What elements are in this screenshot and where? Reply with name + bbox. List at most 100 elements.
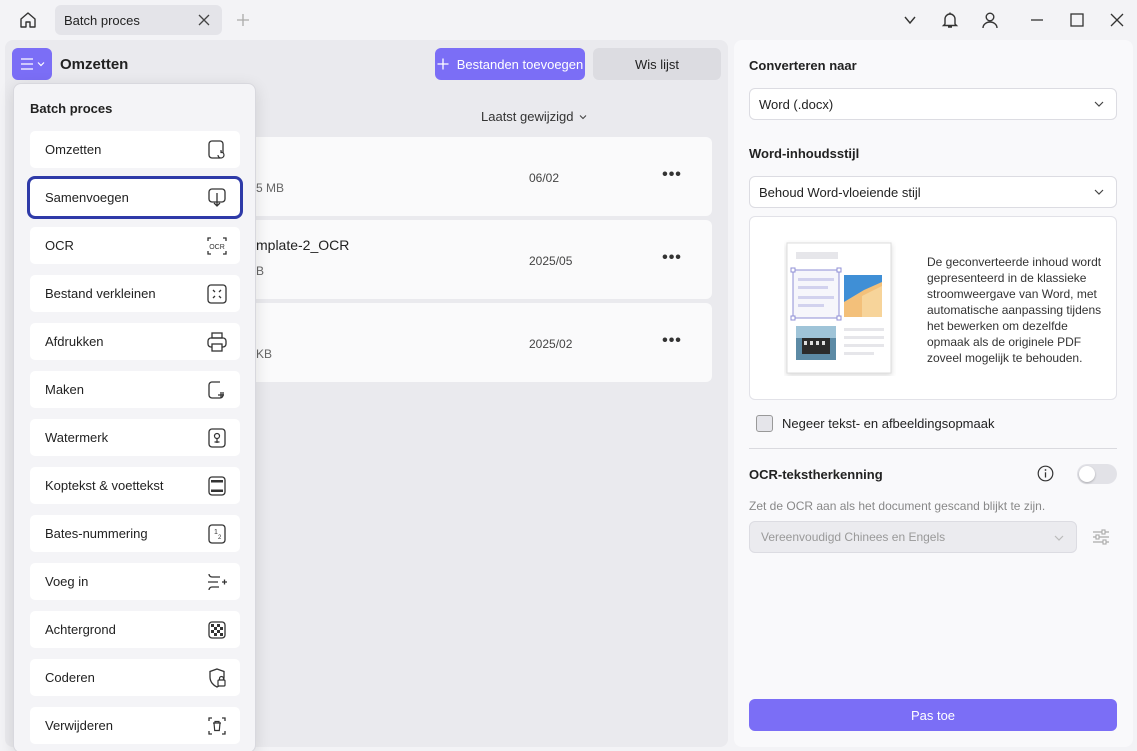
create-icon <box>208 381 224 399</box>
menu-item-koptekst-voettekst[interactable]: Koptekst & voettekst <box>30 467 240 504</box>
clear-list-button[interactable]: Wis lijst <box>593 48 721 80</box>
batch-menu-toggle[interactable] <box>12 48 52 80</box>
minimize-icon <box>1031 19 1043 21</box>
chevron-down-icon <box>37 62 44 67</box>
file-name: mplate-2_OCR <box>256 237 350 253</box>
menu-item-verwijderen[interactable]: Verwijderen <box>30 707 240 744</box>
ocr-title: OCR-tekstherkenning <box>749 467 883 482</box>
menu-item-maken[interactable]: Maken <box>30 371 240 408</box>
user-icon <box>982 12 998 29</box>
bell-icon <box>941 12 959 28</box>
word-style-select[interactable]: Behoud Word-vloeiende stijl <box>749 176 1117 208</box>
minimize-button[interactable] <box>1025 8 1049 32</box>
account-button[interactable] <box>978 8 1002 32</box>
delete-icon <box>208 717 226 735</box>
bates-icon: 12 <box>208 524 226 544</box>
batch-menu-title: Batch proces <box>30 101 113 116</box>
sort-dropdown[interactable]: Laatst gewijzigd <box>481 109 587 124</box>
menu-item-label: Omzetten <box>45 142 102 157</box>
convert-icon <box>208 140 225 159</box>
more-options-button[interactable]: ••• <box>662 165 682 185</box>
plus-icon <box>237 14 249 26</box>
home-button[interactable] <box>14 6 42 34</box>
file-row[interactable]: mplate-2_OCR B 2025/05 ••• <box>213 220 712 299</box>
ocr-hint: Zet de OCR aan als het document gescand … <box>749 499 1046 513</box>
tab-batch-proces[interactable]: Batch proces <box>55 5 222 35</box>
add-files-label: Bestanden toevoegen <box>456 56 584 72</box>
menu-item-voeg-in[interactable]: Voeg in <box>30 563 240 600</box>
menu-item-omzetten[interactable]: Omzetten <box>30 131 240 168</box>
file-date: 06/02 <box>529 171 560 185</box>
file-size: B <box>256 264 265 278</box>
file-date: 2025/05 <box>529 254 573 268</box>
title-bar: Batch proces <box>0 0 1137 40</box>
menu-item-samenvoegen[interactable]: Samenvoegen <box>27 176 243 219</box>
background-icon <box>208 621 226 639</box>
more-options-button[interactable]: ••• <box>662 331 682 351</box>
menu-item-label: Afdrukken <box>45 334 104 349</box>
encrypt-icon <box>209 668 226 688</box>
insert-icon <box>208 573 227 591</box>
info-icon[interactable] <box>1037 465 1054 482</box>
dropdown-button[interactable] <box>898 8 922 32</box>
ignore-formatting-label: Negeer tekst- en afbeeldingsopmaak <box>782 416 995 431</box>
sort-label: Laatst gewijzigd <box>481 109 574 124</box>
chevron-down-icon <box>1054 535 1064 541</box>
close-icon <box>198 14 210 26</box>
menu-item-label: Samenvoegen <box>45 190 129 205</box>
maximize-icon <box>1070 13 1084 27</box>
menu-item-label: Bates-nummering <box>45 526 148 541</box>
ocr-toggle[interactable] <box>1077 464 1117 484</box>
menu-item-ocr[interactable]: OCR OCR <box>30 227 240 264</box>
divider <box>749 448 1117 449</box>
style-preview: De geconverteerde inhoud wordt gepresent… <box>749 216 1117 400</box>
menu-item-label: Koptekst & voettekst <box>45 478 164 493</box>
menu-icon <box>20 58 33 70</box>
notifications-button[interactable] <box>938 8 962 32</box>
menu-item-label: Coderen <box>45 670 95 685</box>
maximize-button[interactable] <box>1065 8 1089 32</box>
ocr-icon: OCR <box>207 237 227 255</box>
apply-button[interactable]: Pas toe <box>749 699 1117 731</box>
compress-icon <box>207 284 227 304</box>
chevron-down-icon <box>1094 101 1104 107</box>
menu-item-coderen[interactable]: Coderen <box>30 659 240 696</box>
close-window-icon <box>1110 13 1124 27</box>
menu-item-bates-nummering[interactable]: Bates-nummering 12 <box>30 515 240 552</box>
tab-close-button[interactable] <box>196 12 212 28</box>
panel-title: Omzetten <box>60 56 129 73</box>
menu-item-watermerk[interactable]: Watermerk <box>30 419 240 456</box>
menu-item-achtergrond[interactable]: Achtergrond <box>30 611 240 648</box>
ignore-formatting-option[interactable]: Negeer tekst- en afbeeldingsopmaak <box>756 415 994 432</box>
menu-item-label: Maken <box>45 382 85 397</box>
style-description: De geconverteerde inhoud wordt gepresent… <box>927 255 1102 365</box>
menu-item-label: Watermerk <box>45 430 109 445</box>
file-row[interactable]: KB 2025/02 ••• <box>213 303 712 382</box>
chevron-down-icon <box>904 16 916 25</box>
menu-item-label: Verwijderen <box>45 718 113 733</box>
svg-text:2: 2 <box>218 535 222 541</box>
close-window-button[interactable] <box>1105 8 1129 32</box>
menu-item-label: Achtergrond <box>45 622 116 637</box>
sliders-icon[interactable] <box>1091 527 1111 547</box>
file-size: KB <box>256 347 273 361</box>
menu-item-afdrukken[interactable]: Afdrukken <box>30 323 240 360</box>
ignore-formatting-checkbox[interactable] <box>756 415 773 432</box>
file-row[interactable]: 5 MB 06/02 ••• <box>213 137 712 216</box>
tab-title: Batch proces <box>64 12 140 28</box>
word-style-title: Word-inhoudsstijl <box>749 146 860 161</box>
file-size: 5 MB <box>256 181 285 195</box>
menu-item-bestand-verkleinen[interactable]: Bestand verkleinen <box>30 275 240 312</box>
header-footer-icon <box>208 476 226 496</box>
more-options-button[interactable]: ••• <box>662 248 682 268</box>
convert-to-select[interactable]: Word (.docx) <box>749 88 1117 120</box>
chevron-down-icon <box>579 114 586 119</box>
convert-to-title: Converteren naar <box>749 58 857 73</box>
ocr-language-select[interactable]: Vereenvoudigd Chinees en Engels <box>749 521 1077 553</box>
home-icon <box>20 12 36 28</box>
new-tab-button[interactable] <box>233 10 253 30</box>
add-files-button[interactable]: Bestanden toevoegen <box>435 48 585 80</box>
chevron-down-icon <box>1094 189 1104 195</box>
plus-icon <box>437 58 449 70</box>
menu-item-label: Voeg in <box>45 574 89 589</box>
